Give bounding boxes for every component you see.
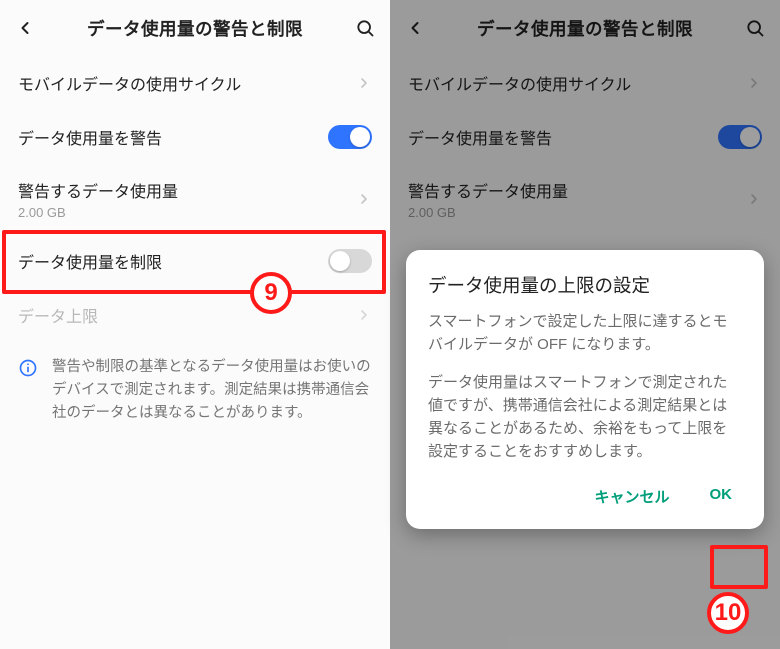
info-row: 警告や制限の基準となるデータ使用量はお使いのデバイスで測定されます。測定結果は携… xyxy=(0,342,390,440)
chevron-right-icon xyxy=(356,307,372,323)
settings-screen-right: データ使用量の警告と制限 モバイルデータの使用サイクル データ使用量を警告 警告… xyxy=(390,0,780,649)
label: モバイルデータの使用サイクル xyxy=(18,71,348,95)
chevron-right-icon xyxy=(356,191,372,207)
row-warn-amount[interactable]: 警告するデータ使用量 2.00 GB xyxy=(0,164,390,234)
row-data-limit: データ上限 xyxy=(0,288,390,342)
label: データ上限 xyxy=(18,303,348,327)
settings-screen-left: データ使用量の警告と制限 モバイルデータの使用サイクル データ使用量を警告 警告… xyxy=(0,0,390,649)
label: 警告するデータ使用量 xyxy=(18,178,348,202)
row-limit-toggle[interactable]: データ使用量を制限 xyxy=(0,234,390,288)
row-warn-toggle[interactable]: データ使用量を警告 xyxy=(0,110,390,164)
dialog-actions: キャンセル OK xyxy=(428,478,742,515)
chevron-left-icon xyxy=(15,18,35,38)
search-icon xyxy=(355,18,375,38)
chevron-right-icon xyxy=(356,75,372,91)
header: データ使用量の警告と制限 xyxy=(0,0,390,56)
search-button[interactable] xyxy=(350,18,380,38)
back-button[interactable] xyxy=(10,18,40,38)
dialog-body: スマートフォンで設定した上限に達するとモバイルデータが OFF になります。 デ… xyxy=(428,310,742,464)
label: データ使用量を警告 xyxy=(18,125,328,149)
dialog-paragraph-2: データ使用量はスマートフォンで測定された値ですが、携帯通信会社による測定結果とは… xyxy=(428,371,742,464)
dialog-title: データ使用量の上限の設定 xyxy=(428,272,742,298)
info-text: 警告や制限の基準となるデータ使用量はお使いのデバイスで測定されます。測定結果は携… xyxy=(52,356,372,426)
cancel-button[interactable]: キャンセル xyxy=(584,478,679,515)
label: データ使用量を制限 xyxy=(18,249,328,273)
confirm-dialog: データ使用量の上限の設定 スマートフォンで設定した上限に達するとモバイルデータが… xyxy=(406,250,764,529)
page-title: データ使用量の警告と制限 xyxy=(40,16,350,41)
info-icon xyxy=(18,358,38,426)
ok-button[interactable]: OK xyxy=(700,478,743,515)
dialog-paragraph-1: スマートフォンで設定した上限に達するとモバイルデータが OFF になります。 xyxy=(428,310,742,357)
toggle-limit[interactable] xyxy=(328,249,372,273)
toggle-warn[interactable] xyxy=(328,125,372,149)
row-data-cycle[interactable]: モバイルデータの使用サイクル xyxy=(0,56,390,110)
sub-label: 2.00 GB xyxy=(18,205,348,220)
